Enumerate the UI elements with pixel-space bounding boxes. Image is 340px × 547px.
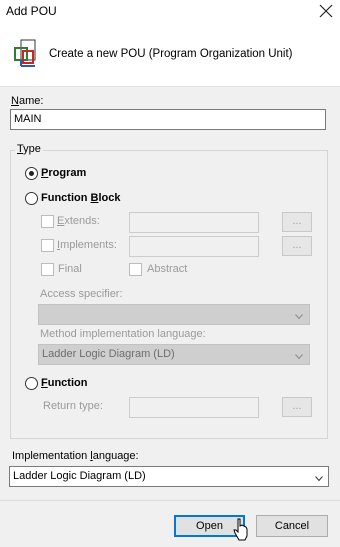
- function-block-radio[interactable]: [25, 192, 38, 205]
- name-input[interactable]: MAIN: [10, 109, 326, 130]
- implementation-language-label: Implementation language:: [12, 450, 139, 462]
- program-label: Program: [41, 167, 87, 179]
- implements-browse-button[interactable]: ...: [282, 236, 312, 256]
- extends-label: Extends:: [57, 215, 100, 227]
- chevron-down-icon: [315, 473, 323, 482]
- extends-checkbox[interactable]: [41, 215, 54, 228]
- header-text: Create a new POU (Program Organization U…: [49, 48, 293, 60]
- mouse-cursor-icon: [233, 518, 249, 542]
- access-specifier-select[interactable]: [38, 304, 310, 325]
- close-icon[interactable]: [316, 1, 336, 21]
- implements-label: Implements:: [57, 239, 117, 251]
- name-label: Name:: [11, 95, 44, 107]
- chevron-down-icon: [295, 351, 303, 360]
- chevron-down-icon: [295, 311, 303, 320]
- method-impl-select[interactable]: Ladder Logic Diagram (LD): [38, 344, 310, 365]
- function-label: Function: [41, 377, 88, 389]
- return-type-browse-button[interactable]: ...: [282, 397, 312, 417]
- implements-input[interactable]: [129, 236, 259, 257]
- extends-browse-button[interactable]: ...: [282, 212, 312, 232]
- extends-input[interactable]: [129, 212, 259, 233]
- cancel-button[interactable]: Cancel: [256, 515, 328, 537]
- function-block-label: Function Block: [41, 192, 121, 204]
- abstract-checkbox[interactable]: [129, 263, 142, 276]
- pou-icon: [10, 38, 42, 70]
- access-specifier-label: Access specifier:: [40, 288, 123, 300]
- type-group-title: Type: [15, 143, 43, 155]
- program-radio[interactable]: [25, 167, 38, 180]
- abstract-label: Abstract: [147, 263, 188, 275]
- return-type-input[interactable]: [129, 397, 259, 418]
- return-type-label: Return type:: [43, 400, 103, 412]
- final-checkbox[interactable]: [41, 263, 54, 276]
- function-radio[interactable]: [25, 377, 38, 390]
- method-impl-label: Method implementation language:: [40, 328, 206, 340]
- window-title: Add POU: [6, 4, 57, 18]
- final-label: Final: [58, 263, 82, 275]
- implements-checkbox[interactable]: [41, 239, 54, 252]
- implementation-language-select[interactable]: Ladder Logic Diagram (LD): [9, 466, 329, 487]
